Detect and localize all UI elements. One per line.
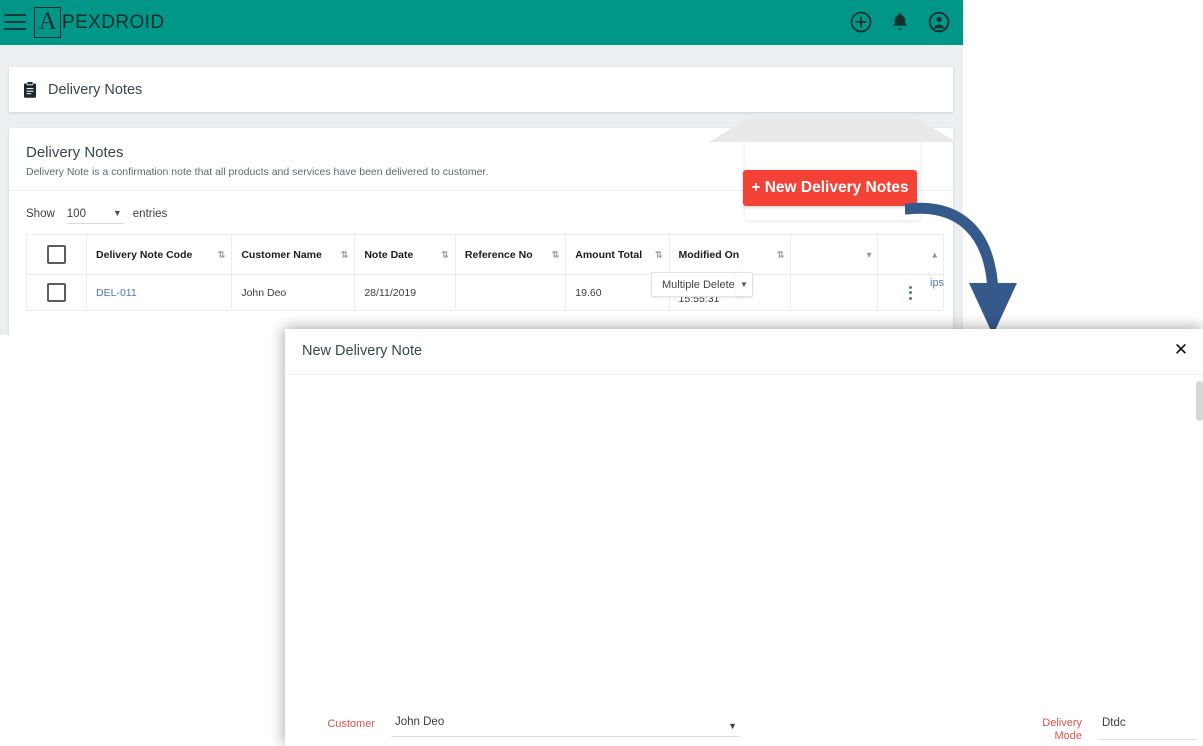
cell-value: John Deo	[241, 286, 287, 299]
row-select-cell	[25, 274, 88, 311]
field-customer: Customer John Deo ▼	[303, 714, 1009, 737]
sort-icon: ▾	[866, 249, 871, 259]
chevron-down-icon: ▼	[728, 721, 737, 731]
select-all-header	[25, 234, 88, 275]
cell-value: 28/11/2019	[364, 286, 417, 299]
multiple-delete-button[interactable]: Multiple Delete	[651, 272, 746, 297]
column-label: Customer Name	[241, 248, 322, 261]
field-label: Delivery Mode	[1010, 717, 1082, 743]
brand-logo[interactable]: A PEXDROID	[34, 7, 164, 38]
account-circle-icon[interactable]	[927, 10, 951, 34]
show-label: Show	[26, 208, 55, 220]
delivery-note-code-link[interactable]: DEL-011	[87, 287, 137, 299]
column-extra-2[interactable]: ▴	[877, 234, 944, 275]
hamburger-line	[4, 14, 26, 16]
customer-value: John Deo	[395, 716, 445, 728]
page-title: Delivery Notes	[26, 144, 124, 161]
entries-select[interactable]: 100 ▼	[66, 208, 124, 224]
column-label: Note Date	[364, 248, 414, 261]
sort-icon: ⇅	[776, 249, 784, 259]
column-label: Modified On	[678, 248, 740, 261]
cell-note-date: 28/11/2019	[354, 274, 456, 311]
column-modified-on[interactable]: Modified On ⇅	[668, 234, 792, 275]
new-delivery-notes-button[interactable]: + New Delivery Notes	[743, 170, 917, 206]
column-delivery-note-code[interactable]: Delivery Note Code ⇅	[86, 234, 233, 275]
page-subtitle: Delivery Note is a confirmation note tha…	[26, 166, 489, 178]
delivery-notes-table: Delivery Note Code ⇅ Customer Name ⇅ Not…	[25, 234, 944, 311]
sort-icon: ⇅	[551, 249, 559, 259]
chevron-down-icon: ▼	[740, 280, 748, 289]
delivery-mode-select[interactable]: Dtdc ▼	[1098, 717, 1203, 740]
cell-reference-no	[454, 274, 567, 311]
multiple-delete-label: Multiple Delete	[662, 278, 735, 291]
app-page: A PEXDROID Delivery Notes Delivery Notes…	[0, 0, 963, 335]
field-delivery-mode: Delivery Mode Dtdc ▼	[1010, 717, 1203, 743]
breadcrumb: Delivery Notes	[9, 67, 953, 112]
field-label-line: Delivery	[1042, 717, 1082, 729]
cell-customer-name: John Deo	[231, 274, 356, 311]
modal-header: New Delivery Note ✕	[285, 329, 1203, 375]
row-checkbox[interactable]	[47, 283, 67, 302]
plus-circle-icon[interactable]	[849, 10, 873, 34]
modal-title: New Delivery Note	[302, 343, 423, 359]
breadcrumb-label: Delivery Notes	[48, 81, 143, 98]
notification-bell-icon[interactable]	[888, 10, 912, 34]
table-row[interactable]: DEL-011 John Deo 28/11/2019 19.60 15:55:…	[25, 274, 944, 311]
multiple-delete-dropdown-toggle[interactable]: ▼	[736, 272, 753, 297]
select-all-checkbox[interactable]	[47, 245, 67, 264]
new-delivery-note-modal: New Delivery Note ✕ Customer John Deo ▼ …	[285, 329, 1203, 746]
column-reference-no[interactable]: Reference No ⇅	[454, 234, 567, 275]
brand-name: PEXDROID	[62, 11, 165, 33]
show-entries-control: Show 100 ▼ entries	[26, 208, 167, 224]
entries-label: entries	[132, 208, 168, 220]
clipboard-icon	[22, 80, 38, 99]
sort-icon: ▴	[932, 249, 936, 259]
sort-icon: ⇅	[340, 249, 348, 259]
column-label: Delivery Note Code	[96, 248, 193, 261]
tips-link[interactable]: ips	[930, 277, 944, 289]
field-label-line: Mode	[1054, 730, 1082, 742]
cell-extra-1	[790, 274, 879, 311]
column-customer-name[interactable]: Customer Name ⇅	[231, 234, 356, 275]
entries-select-value: 100	[66, 208, 86, 220]
column-label: Amount Total	[575, 248, 643, 261]
delivery-mode-value: Dtdc	[1102, 717, 1126, 729]
column-extra-1[interactable]: ▾	[790, 234, 879, 275]
cell-delivery-note-code: DEL-011	[86, 274, 233, 311]
top-navigation-bar: A PEXDROID	[0, 0, 963, 45]
brand-initial: A	[34, 7, 61, 38]
hamburger-line	[4, 21, 26, 23]
sort-icon: ⇅	[217, 249, 225, 259]
sort-icon: ⇅	[441, 249, 448, 259]
chevron-down-icon: ▼	[112, 208, 122, 218]
customer-select[interactable]: John Deo ▼	[391, 714, 740, 737]
table-header-row: Delivery Note Code ⇅ Customer Name ⇅ Not…	[25, 234, 944, 275]
column-amount-total[interactable]: Amount Total ⇅	[565, 234, 670, 275]
close-icon[interactable]: ✕	[1172, 341, 1190, 359]
column-label: Reference No	[464, 248, 533, 261]
modal-scrollbar[interactable]	[1196, 375, 1203, 746]
modal-scroll-thumb[interactable]	[1196, 381, 1203, 421]
hamburger-line	[4, 28, 26, 30]
hamburger-menu-icon[interactable]	[4, 14, 26, 31]
topbar-actions	[849, 10, 951, 34]
field-label: Customer	[327, 718, 375, 730]
sort-icon: ⇅	[654, 249, 662, 259]
column-note-date[interactable]: Note Date ⇅	[354, 234, 456, 275]
